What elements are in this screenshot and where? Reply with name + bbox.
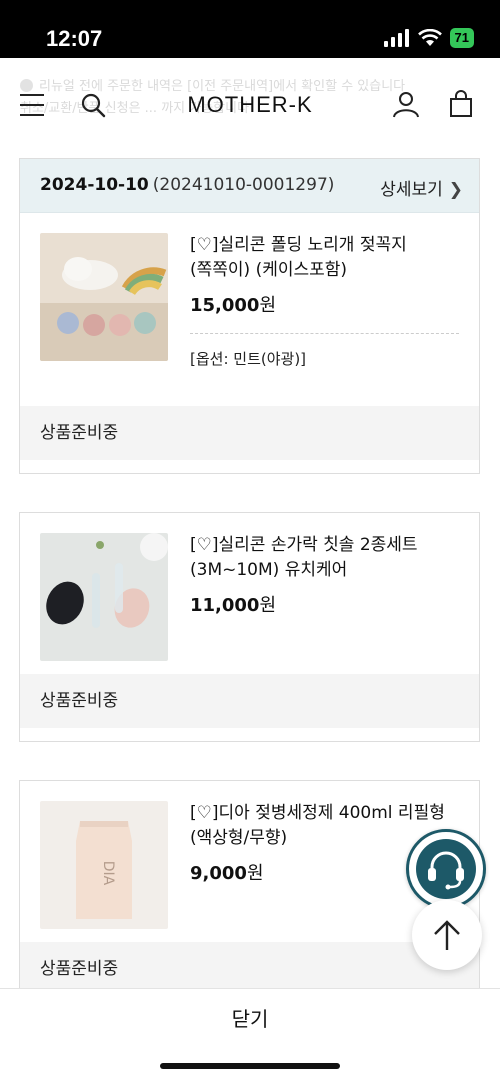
status-bar: 12:07 71 bbox=[0, 0, 500, 58]
item-price-value: 11,000 bbox=[190, 595, 260, 616]
item-info: [♡]실리콘 손가락 칫솔 2종세트 (3M~10M) 유치케어 11,000원 bbox=[190, 533, 459, 617]
item-name[interactable]: [♡]실리콘 손가락 칫솔 2종세트 (3M~10M) 유치케어 bbox=[190, 533, 459, 583]
product-image[interactable] bbox=[40, 533, 168, 661]
order-item[interactable]: [♡]실리콘 폴딩 노리개 젖꼭지 (쪽쪽이) (케이스포함) 15,000원 … bbox=[20, 213, 479, 369]
bag-icon[interactable] bbox=[448, 90, 474, 118]
order-date-value: 2024-10-10 bbox=[40, 175, 149, 195]
order-card: 2024-10-10 (20241010-0001297) 상세보기 ❯ [♡]실리… bbox=[19, 158, 480, 474]
bottom-bar: 닫기 bbox=[0, 988, 500, 1082]
item-price-value: 9,000 bbox=[190, 863, 247, 884]
item-name[interactable]: [♡]실리콘 폴딩 노리개 젖꼭지 (쪽쪽이) (케이스포함) bbox=[190, 233, 459, 283]
item-price-currency: 원 bbox=[259, 295, 277, 316]
arrow-up-icon bbox=[434, 920, 460, 950]
site-header: 리뉴얼 전에 주문한 내역은 [이전 주문내역]에서 확인할 수 있습니다 취소… bbox=[0, 58, 500, 158]
status-time: 12:07 bbox=[46, 26, 103, 51]
item-price: 11,000원 bbox=[190, 591, 459, 617]
item-price-value: 15,000 bbox=[190, 295, 260, 316]
battery-indicator: 71 bbox=[449, 28, 474, 48]
detail-label: 상세보기 bbox=[380, 180, 443, 200]
scroll-top-button[interactable] bbox=[412, 900, 482, 970]
item-price-currency: 원 bbox=[246, 863, 264, 884]
status-icons: 71 bbox=[383, 28, 474, 48]
chevron-right-icon: ❯ bbox=[448, 180, 463, 200]
order-card: [♡]실리콘 손가락 칫솔 2종세트 (3M~10M) 유치케어 11,000원… bbox=[19, 512, 480, 742]
signal-icon bbox=[383, 29, 409, 47]
order-item[interactable]: [♡]실리콘 손가락 칫솔 2종세트 (3M~10M) 유치케어 11,000원 bbox=[20, 513, 479, 661]
chat-support-button[interactable] bbox=[406, 829, 486, 909]
user-icon[interactable] bbox=[392, 90, 420, 118]
order-card: DIA [♡]디아 젖병세정제 400ml 리필형 (액상형/무향) 9,000… bbox=[19, 780, 480, 1010]
order-date: 2024-10-10 (20241010-0001297) bbox=[40, 175, 334, 195]
site-logo[interactable]: MOTHER-K bbox=[0, 92, 500, 118]
header-bar: MOTHER-K bbox=[0, 86, 500, 126]
order-detail-link[interactable]: 상세보기 ❯ bbox=[380, 175, 463, 200]
item-status: 상품준비중 bbox=[20, 674, 479, 728]
item-price-currency: 원 bbox=[259, 595, 277, 616]
home-indicator bbox=[160, 1063, 340, 1069]
close-button[interactable]: 닫기 bbox=[0, 1003, 500, 1032]
chat-support-icon bbox=[428, 851, 464, 890]
item-option: [옵션: 민트(야광)] bbox=[190, 333, 459, 369]
item-status: 상품준비중 bbox=[20, 406, 479, 460]
order-number: (20241010-0001297) bbox=[152, 175, 335, 195]
product-image[interactable] bbox=[40, 233, 168, 361]
item-info: [♡]실리콘 폴딩 노리개 젖꼭지 (쪽쪽이) (케이스포함) 15,000원 … bbox=[190, 233, 459, 369]
product-image[interactable]: DIA bbox=[40, 801, 168, 929]
wifi-icon bbox=[417, 29, 442, 46]
item-price: 15,000원 bbox=[190, 291, 459, 317]
svg-text:DIA: DIA bbox=[100, 861, 116, 886]
order-header: 2024-10-10 (20241010-0001297) 상세보기 ❯ bbox=[20, 159, 479, 213]
